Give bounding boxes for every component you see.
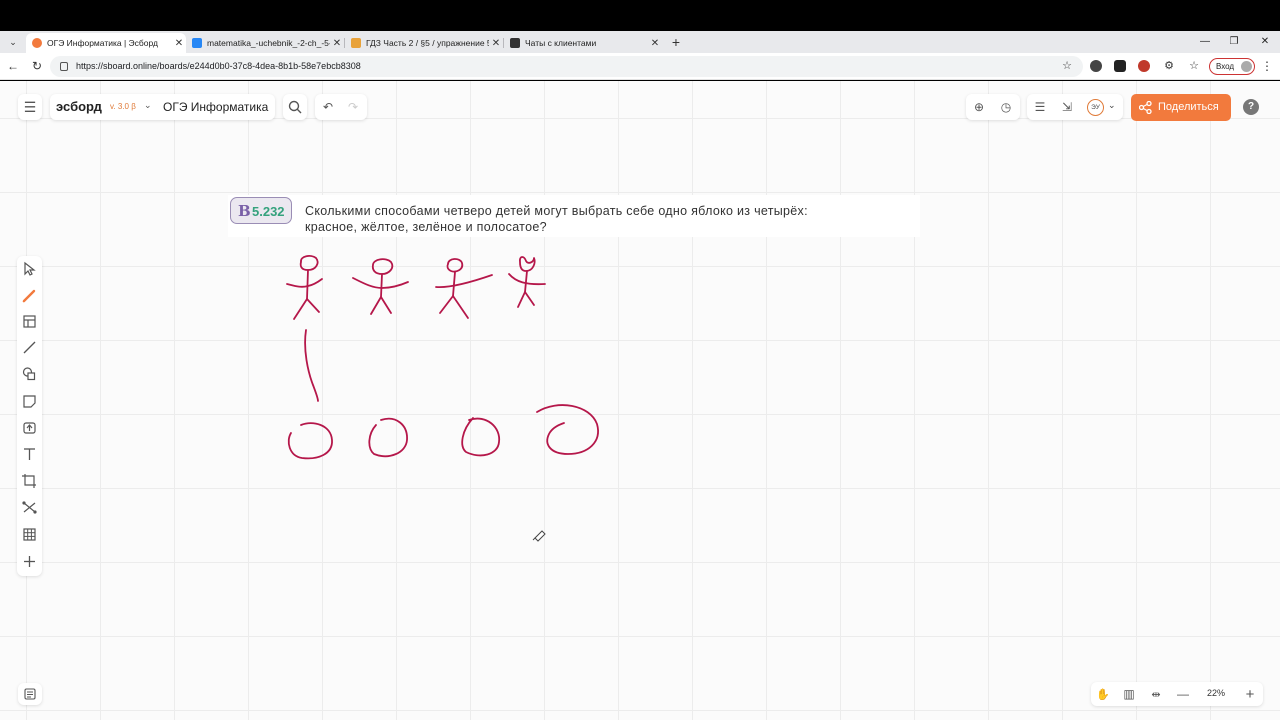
pen-cursor-icon [532, 530, 546, 542]
stick-figure-2[interactable] [352, 258, 409, 315]
freehand-drawing-layer [286, 255, 599, 542]
minimap-icon[interactable]: ▥ [1119, 684, 1139, 704]
zoom-out-icon[interactable]: — [1173, 684, 1193, 704]
apple-circle-3[interactable] [461, 417, 500, 457]
zoom-panel: ✋ ▥ ⇹ — + [1091, 682, 1263, 706]
apple-circle-1[interactable] [287, 422, 333, 460]
stick-figure-4[interactable] [508, 256, 546, 308]
apple-circle-4[interactable] [536, 404, 599, 455]
stick-figure-1[interactable] [286, 255, 323, 320]
notes-button[interactable] [18, 683, 42, 705]
stick-figure-3[interactable] [435, 258, 493, 319]
apple-circle-2[interactable] [368, 417, 408, 458]
zoom-in-icon[interactable]: + [1240, 684, 1260, 704]
notes-icon [24, 688, 36, 700]
hand-pan-icon[interactable]: ✋ [1093, 684, 1113, 704]
zoom-level[interactable]: 22% [1207, 688, 1225, 698]
connection-line[interactable] [304, 329, 319, 402]
fit-to-screen-icon[interactable]: ⇹ [1146, 684, 1166, 704]
